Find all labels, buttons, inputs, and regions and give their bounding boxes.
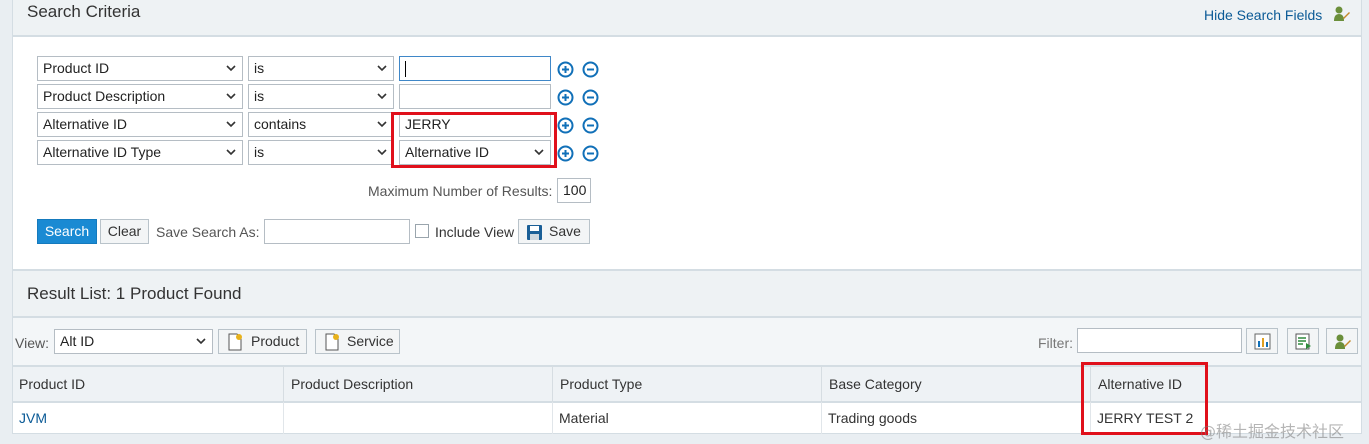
column-header-base-category[interactable]: Base Category [822,366,1091,402]
chart-icon [1254,333,1271,350]
column-header-product-id[interactable]: Product ID [12,366,284,402]
chevron-down-icon [226,65,236,72]
personalize-icon[interactable] [1333,5,1351,23]
criteria-operator-select[interactable]: is [248,56,394,81]
add-row-icon[interactable] [557,61,574,78]
search-criteria-header [12,0,1362,36]
text-caret [405,61,406,77]
cell-base-category: Trading goods [822,402,1091,434]
highlight-box [391,112,557,168]
export-button[interactable] [1287,328,1319,354]
cell-product-id[interactable]: JVM [13,402,284,434]
view-select-value: Alt ID [60,333,95,349]
max-results-label: Maximum Number of Results: [368,183,553,199]
criteria-field-value: Product Description [43,88,166,104]
add-row-icon[interactable] [557,145,574,162]
chevron-down-icon [226,121,236,128]
remove-row-icon[interactable] [582,145,599,162]
watermark: @稀土掘金技术社区 [1200,422,1345,441]
chevron-down-icon [377,121,387,128]
chart-button[interactable] [1246,328,1278,354]
add-row-icon[interactable] [557,89,574,106]
criteria-field-value: Alternative ID Type [43,144,162,160]
save-search-button[interactable]: Save [518,219,590,244]
search-button[interactable]: Search [37,219,97,244]
remove-row-icon[interactable] [582,89,599,106]
criteria-operator-select[interactable]: is [248,140,394,165]
column-header-product-type[interactable]: Product Type [553,366,822,402]
filter-label: Filter: [1038,335,1073,351]
criteria-operator-value: is [254,60,265,76]
export-icon [1295,333,1311,350]
chevron-down-icon [226,93,236,100]
criteria-operator-value: contains [254,116,307,132]
cell-product-type: Material [553,402,822,434]
criteria-field-value: Product ID [43,60,110,76]
new-document-icon [325,333,339,351]
save-search-as-label: Save Search As: [156,224,260,240]
highlight-box [1081,362,1208,435]
chevron-down-icon [377,65,387,72]
result-list-title: Result List: 1 Product Found [27,284,242,303]
include-view-label: Include View [435,224,515,240]
new-product-button[interactable]: Product [218,329,307,354]
new-service-button[interactable]: Service [315,329,400,354]
remove-row-icon[interactable] [582,61,599,78]
max-results-value: 100 [563,182,587,198]
criteria-field-select[interactable]: Product ID [37,56,243,81]
new-product-label: Product [251,333,300,349]
view-select[interactable]: Alt ID [54,329,213,354]
chevron-down-icon [226,149,236,156]
criteria-field-select[interactable]: Product Description [37,84,243,109]
save-disk-icon [527,225,542,240]
chevron-down-icon [377,93,387,100]
criteria-operator-select[interactable]: is [248,84,394,109]
filter-input[interactable] [1077,328,1242,353]
personalize-button[interactable] [1326,328,1358,354]
new-service-label: Service [347,333,394,349]
search-criteria-title: Search Criteria [27,2,141,21]
criteria-field-value: Alternative ID [43,116,128,132]
criteria-operator-select[interactable]: contains [248,112,394,137]
hide-search-fields-link[interactable]: Hide Search Fields [1204,7,1322,23]
criteria-value-input[interactable] [399,84,551,109]
column-header-product-description[interactable]: Product Description [284,366,553,402]
chevron-down-icon [377,149,387,156]
criteria-field-select[interactable]: Alternative ID [37,112,243,137]
clear-button[interactable]: Clear [100,219,149,244]
personalize-icon [1335,334,1351,349]
criteria-field-select[interactable]: Alternative ID Type [37,140,243,165]
max-results-input[interactable]: 100 [557,178,591,203]
include-view-checkbox[interactable] [415,224,429,238]
chevron-down-icon [196,338,206,345]
cell-product-description [284,402,553,434]
remove-row-icon[interactable] [582,117,599,134]
criteria-operator-value: is [254,144,265,160]
criteria-operator-value: is [254,88,265,104]
save-search-as-input[interactable] [264,219,410,244]
add-row-icon[interactable] [557,117,574,134]
criteria-value-input[interactable] [399,56,551,81]
view-label: View: [15,335,49,351]
new-document-icon [228,333,242,351]
save-search-button-label: Save [549,223,581,239]
